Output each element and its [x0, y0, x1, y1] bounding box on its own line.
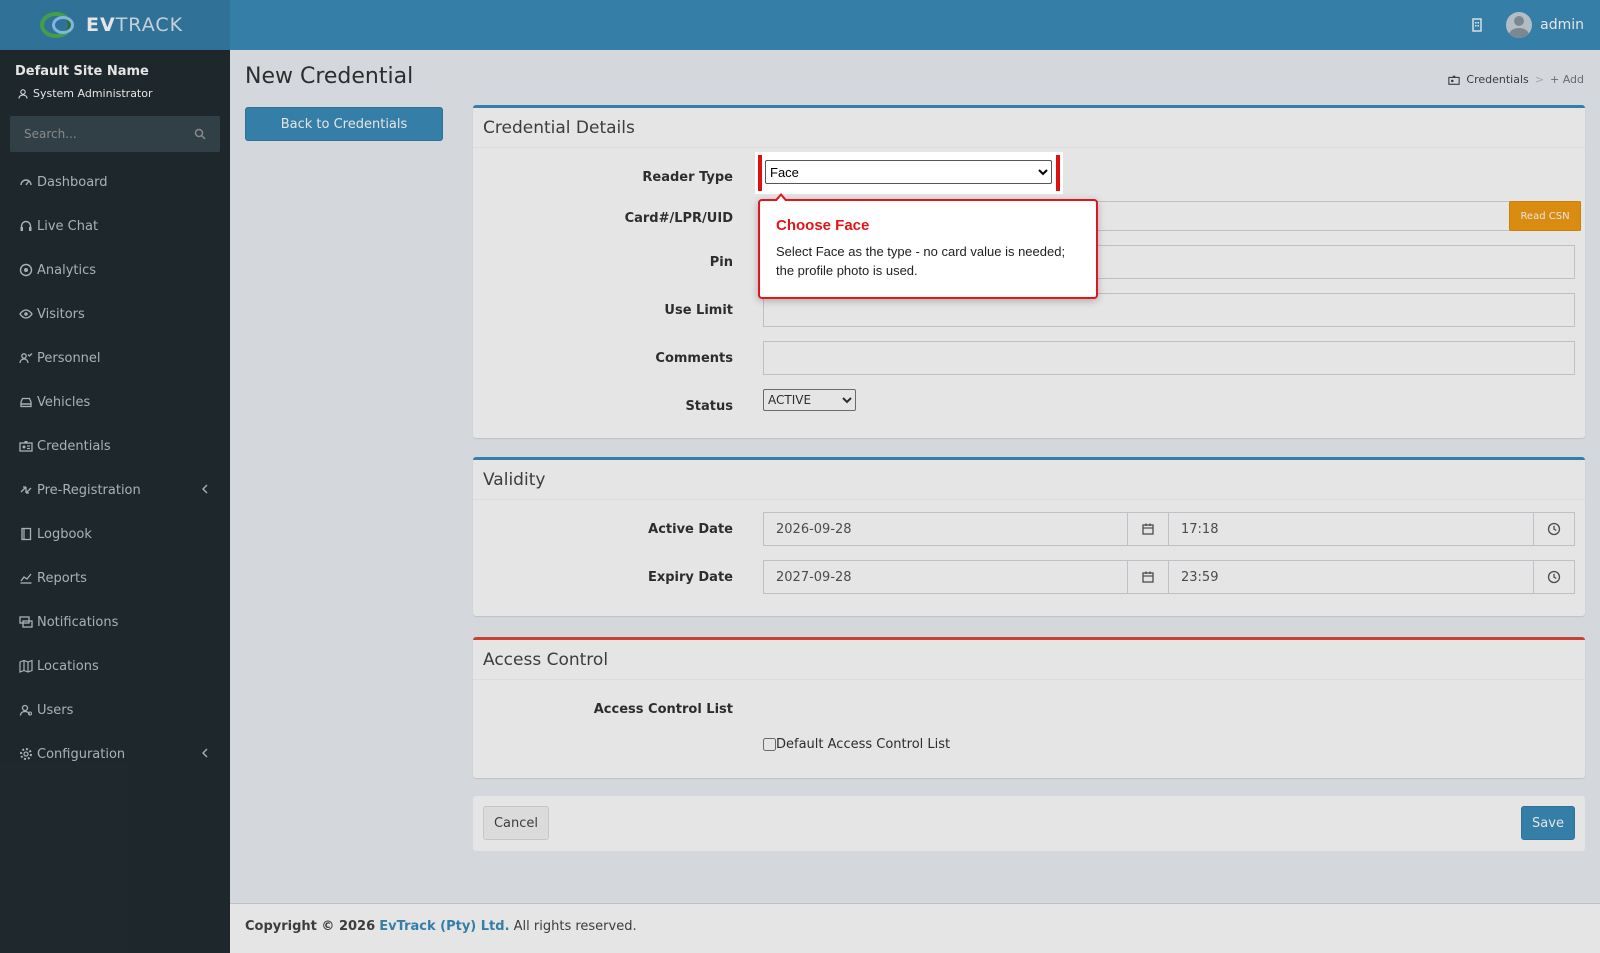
sidebar-item-reports[interactable]: Reports [0, 556, 230, 600]
logo[interactable]: EVTRACK [0, 0, 230, 50]
sidebar-item-personnel[interactable]: Personnel [0, 336, 230, 380]
sidebar-item-live-chat[interactable]: Live Chat [0, 204, 230, 248]
logo-icon [38, 10, 82, 40]
chevron-left-icon[interactable] [200, 747, 210, 759]
default-acl-option[interactable]: Default Access Control List [763, 737, 950, 752]
breadcrumb-add: + Add [1549, 73, 1584, 86]
status-label: Status [685, 399, 733, 414]
reader-type-highlight: Face [758, 155, 1060, 191]
gear-icon [20, 748, 32, 760]
breadcrumb-credentials[interactable]: Credentials [1466, 73, 1528, 86]
active-date-picker[interactable] [1127, 512, 1169, 546]
search-icon[interactable] [194, 128, 206, 140]
user-icon [18, 88, 28, 99]
sidebar-item-credentials[interactable]: Credentials [0, 424, 230, 468]
sidebar-item-visitors[interactable]: Visitors [0, 292, 230, 336]
sidebar-item-dashboard[interactable]: Dashboard [0, 160, 230, 204]
clock-icon [1547, 522, 1561, 536]
sidebar: Default Site Name System Administrator D… [0, 50, 230, 953]
read-csn-button[interactable]: Read CSN [1509, 201, 1581, 231]
user-name[interactable]: admin [1540, 17, 1584, 33]
clock-icon [1547, 570, 1561, 584]
card-label: Card#/LPR/UID [624, 211, 733, 226]
comments-input[interactable] [763, 341, 1575, 375]
active-time-picker[interactable] [1533, 512, 1575, 546]
active-date-input[interactable]: 2026-09-28 [763, 512, 1128, 546]
save-button[interactable]: Save [1521, 806, 1575, 840]
tooltip-title: Choose Face [776, 217, 870, 234]
page-title: New Credential [245, 64, 414, 89]
top-header: EVTRACK admin [0, 0, 1600, 50]
access-control-list-label: Access Control List [593, 702, 733, 717]
sidebar-item-notifications[interactable]: Notifications [0, 600, 230, 644]
chat-icon [19, 616, 33, 628]
id-card-icon [1448, 75, 1461, 85]
search-input[interactable] [24, 127, 174, 141]
expiry-date-picker[interactable] [1127, 560, 1169, 594]
dashboard-icon [20, 179, 32, 186]
chart-icon [20, 573, 32, 584]
page-footer: Copyright © 2026 EvTrack (Pty) Ltd. All … [230, 903, 1600, 953]
back-to-credentials-button[interactable]: Back to Credentials [245, 107, 443, 141]
copyright-text: Copyright © 2026 [245, 919, 376, 934]
tooltip-body: Select Face as the type - no card value … [776, 244, 1066, 278]
target-icon [19, 263, 33, 277]
breadcrumb: Credentials > + Add [1448, 73, 1584, 86]
expiry-time-picker[interactable] [1533, 560, 1575, 594]
building-icon[interactable] [1470, 18, 1484, 32]
company-link[interactable]: EvTrack (Pty) Ltd. [379, 919, 509, 934]
logo-text: EVTRACK [86, 14, 184, 36]
calendar-icon [1142, 523, 1154, 535]
book-icon [21, 527, 32, 541]
status-select[interactable]: ACTIVE [763, 389, 856, 411]
reader-type-label: Reader Type [642, 170, 733, 185]
comments-label: Comments [655, 351, 733, 366]
pin-label: Pin [709, 255, 733, 270]
headset-icon [20, 220, 32, 231]
people-icon [19, 353, 33, 364]
validity-title: Validity [473, 460, 1585, 500]
validity-box: Validity Active Date 2026-09-28 17:18 Ex… [473, 457, 1585, 616]
site-role: System Administrator [18, 87, 153, 100]
expiry-time-input[interactable]: 23:59 [1168, 560, 1534, 594]
site-name: Default Site Name [15, 64, 149, 79]
eye-icon [19, 309, 33, 319]
access-control-box: Access Control Access Control List Defau… [473, 637, 1585, 778]
sidebar-item-vehicles[interactable]: Vehicles [0, 380, 230, 424]
sidebar-search [10, 116, 220, 152]
rights-text: All rights reserved. [513, 919, 637, 934]
sidebar-item-configuration[interactable]: Configuration [0, 732, 230, 776]
use-limit-label: Use Limit [664, 303, 733, 318]
calendar-icon [1142, 571, 1154, 583]
active-time-input[interactable]: 17:18 [1168, 512, 1534, 546]
credential-details-title: Credential Details [473, 108, 1585, 148]
action-bar: Cancel Save [473, 796, 1585, 851]
expiry-date-label: Expiry Date [647, 570, 733, 585]
sidebar-item-pre-registration[interactable]: Pre-Registration [0, 468, 230, 512]
sidebar-item-users[interactable]: Users [0, 688, 230, 732]
active-date-label: Active Date [648, 522, 733, 537]
sidebar-nav: Dashboard Live Chat Analytics Visitors P… [0, 160, 230, 776]
chevron-left-icon[interactable] [200, 483, 210, 495]
breadcrumb-separator: > [1534, 73, 1544, 86]
cancel-button[interactable]: Cancel [483, 806, 549, 840]
sidebar-item-logbook[interactable]: Logbook [0, 512, 230, 556]
reader-type-select[interactable]: Face [765, 160, 1052, 184]
access-control-title: Access Control [473, 640, 1585, 680]
sidebar-item-locations[interactable]: Locations [0, 644, 230, 688]
map-icon [19, 659, 33, 673]
exchange-icon [20, 486, 32, 494]
user-icon [19, 704, 33, 716]
id-card-icon [19, 441, 33, 452]
tour-tooltip: Choose Face Select Face as the type - no… [758, 193, 1098, 299]
default-acl-checkbox[interactable] [763, 738, 776, 751]
avatar[interactable] [1506, 12, 1533, 38]
sidebar-item-analytics[interactable]: Analytics [0, 248, 230, 292]
car-icon [20, 397, 32, 408]
expiry-date-input[interactable]: 2027-09-28 [763, 560, 1128, 594]
